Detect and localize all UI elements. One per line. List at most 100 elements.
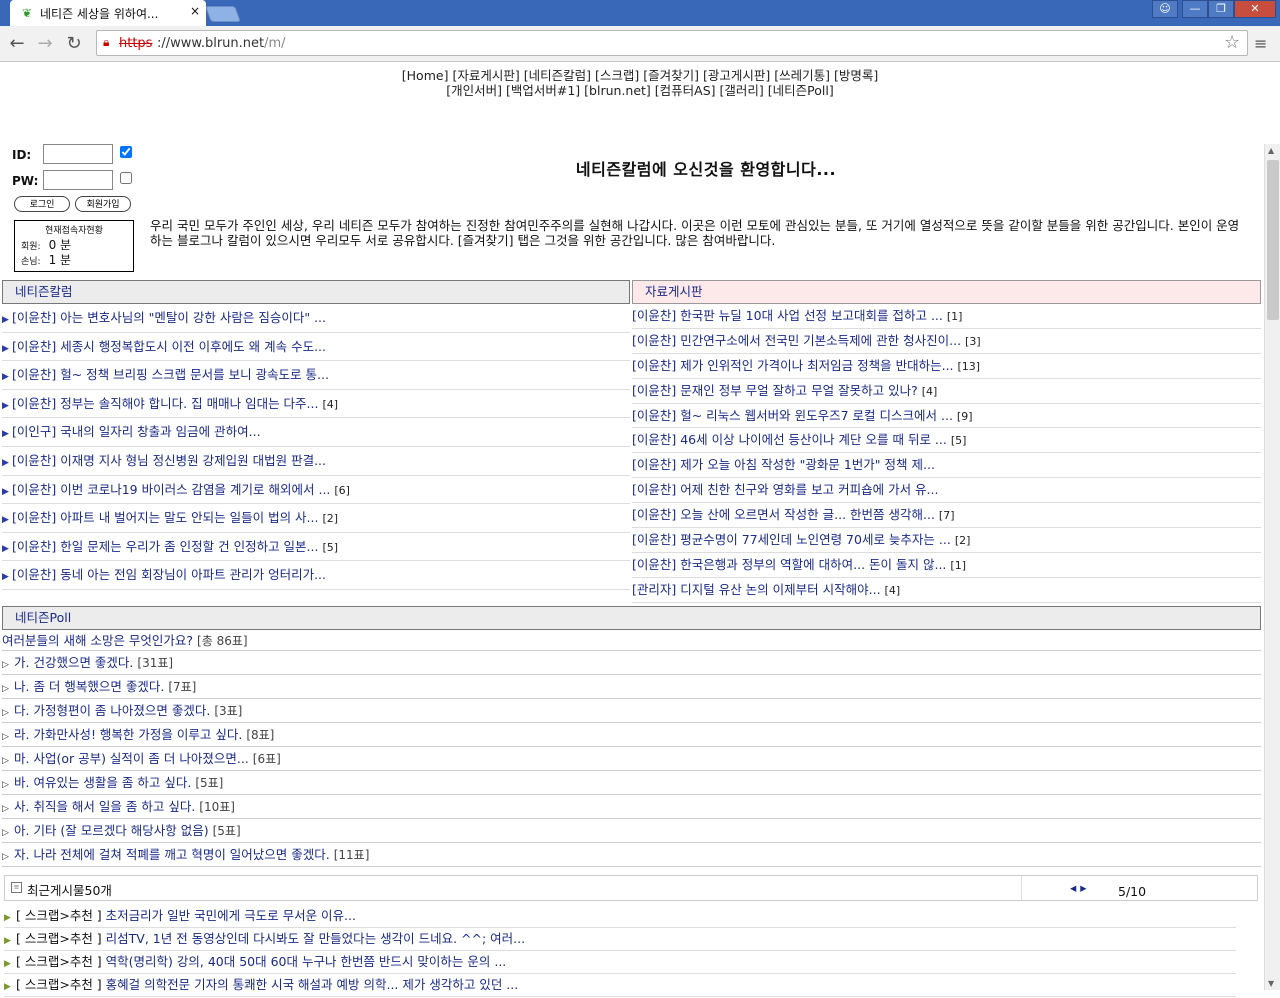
post-link[interactable]: [이윤찬] 한일 문제는 우리가 좀 인정할 건 인정하고 일본... [12, 539, 318, 554]
reload-icon[interactable]: ↻ [63, 33, 85, 55]
top-nav-link[interactable]: [네티즌칼럼] [524, 68, 591, 83]
bullet-arrow-icon: ▶ [4, 936, 11, 946]
recent-post-link[interactable]: 초저금리가 일반 국민에게 극도로 무서운 이유... [106, 908, 356, 923]
post-link[interactable]: [이윤찬] 헐~ 정책 브리핑 스크랩 문서를 보니 광속도로 통... [12, 367, 329, 382]
post-link[interactable]: [이윤찬] 세종시 행정복합도시 이전 이후에도 왜 계속 수도... [12, 339, 326, 354]
post-link[interactable]: [이윤찬] 어제 친한 친구와 영화를 보고 커피숍에 가서 유... [632, 482, 938, 497]
list-item: ▶ [이윤찬] 세종시 행정복합도시 이전 이후에도 왜 계속 수도... [2, 333, 630, 362]
close-window-button[interactable]: ✕ [1234, 0, 1276, 18]
post-link[interactable]: [이윤찬] 동네 아는 전임 회장님이 아파트 관리가 엉터리가... [12, 567, 326, 582]
poll-option[interactable]: ▷ 아. 기타 (잘 모르겠다 해당사항 없음) [5표] [2, 819, 1261, 843]
pw-row: PW: [12, 170, 142, 192]
poll-option[interactable]: ▷ 자. 나라 전체에 걸쳐 적폐를 깨고 혁명이 일어났으면 좋겠다. [11표… [2, 843, 1261, 867]
post-link[interactable]: [이윤찬] 이재명 지사 형님 정신병원 강제입원 대법원 판결... [12, 453, 326, 468]
top-nav-link[interactable]: [스크랩] [595, 68, 639, 83]
poll-option-text[interactable]: 바. 여유있는 생활을 좀 하고 싶다. [14, 775, 191, 790]
top-nav-link[interactable]: [방명록] [834, 68, 878, 83]
pw-input[interactable] [43, 170, 113, 190]
bullet-arrow-icon: ▶ [2, 457, 9, 468]
poll-option-text[interactable]: 가. 건강했으면 좋겠다. [14, 655, 133, 670]
poll-option[interactable]: ▷ 라. 가화만사성! 행복한 가정을 이루고 싶다. [8표] [2, 723, 1261, 747]
scroll-up-icon[interactable]: ▲ [1268, 146, 1274, 155]
menu-icon[interactable]: ≡ [1254, 34, 1267, 53]
user-profile-icon[interactable]: ☺ [1152, 0, 1178, 18]
post-link[interactable]: [관리자] 디지털 유산 논의 이제부터 시작해야... [632, 582, 881, 597]
poll-question[interactable]: 여러분들의 새해 소망은 무엇인가요? [총 86표] [2, 630, 1261, 651]
top-nav-link[interactable]: [blrun.net] [584, 83, 651, 98]
poll-option[interactable]: ▷ 다. 가정형편이 좀 나아졌으면 좋겠다. [3표] [2, 699, 1261, 723]
new-tab-button[interactable] [205, 6, 241, 22]
poll-option[interactable]: ▷ 가. 건강했으면 좋겠다. [31표] [2, 651, 1261, 675]
top-nav-link[interactable]: [광고게시판] [703, 68, 770, 83]
post-link[interactable]: [이윤찬] 평균수명이 77세인데 노인연령 70세로 늦추자는 ... [632, 532, 951, 547]
top-nav-link[interactable]: [컴퓨터AS] [655, 83, 716, 98]
page-scrollbar[interactable]: ▲ ▼ [1264, 144, 1280, 990]
post-link[interactable]: [이윤찬] 이번 코로나19 바이러스 감염을 계기로 해외에서 ... [12, 482, 330, 497]
login-button[interactable]: 로그인 [14, 196, 70, 212]
save-id-checkbox[interactable] [120, 146, 132, 158]
column-board-title[interactable]: 네티즌칼럼 [2, 280, 630, 304]
post-link[interactable]: [이윤찬] 46세 이상 나이에선 등산이나 계단 오를 때 뒤로 ... [632, 432, 947, 447]
address-bar[interactable]: 🔒︎ https ://www.blrun.net/m/ [96, 30, 1248, 56]
top-nav-link[interactable]: [백업서버#1] [506, 83, 580, 98]
post-link[interactable]: [이윤찬] 오늘 산에 오르면서 작성한 글... 한번쯤 생각해... [632, 507, 935, 522]
poll-option-text[interactable]: 다. 가정형편이 좀 나아졌으면 좋겠다. [14, 703, 210, 718]
post-link[interactable]: [이윤찬] 헐~ 리눅스 웹서버와 윈도우즈7 로컬 디스크에서 ... [632, 408, 953, 423]
top-nav-link[interactable]: [개인서버] [446, 83, 502, 98]
id-input[interactable] [43, 144, 113, 164]
browser-titlebar: ❦ 네티즌 세상을 위하여... × ☺ — ❐ ✕ [0, 0, 1280, 26]
top-nav-link[interactable]: [갤러리] [720, 83, 764, 98]
poll-option-text[interactable]: 나. 좀 더 행복했으면 좋겠다. [14, 679, 164, 694]
pager-prev-icon[interactable]: ◂ [1070, 880, 1076, 895]
poll-options: ▷ 가. 건강했으면 좋겠다. [31표] ▷ 나. 좀 더 행복했으면 좋겠다. [… [2, 651, 1261, 867]
top-nav-link[interactable]: [즐겨찾기] [643, 68, 699, 83]
forward-arrow-icon[interactable]: → [34, 33, 56, 55]
poll-option-text[interactable]: 마. 사업(or 공부) 실적이 좀 더 나아졌으면... [14, 751, 249, 766]
post-link[interactable]: [이윤찬] 제가 인위적인 가격이나 최저임금 정책을 반대하는... [632, 358, 954, 373]
bullet-arrow-icon: ▶ [2, 543, 9, 554]
browser-tab-active[interactable]: ❦ 네티즌 세상을 위하여... × [10, 0, 206, 26]
data-board-title[interactable]: 자료게시판 [632, 280, 1261, 304]
poll-option[interactable]: ▷ 나. 좀 더 행복했으면 좋겠다. [7표] [2, 675, 1261, 699]
poll-option-text[interactable]: 자. 나라 전체에 걸쳐 적폐를 깨고 혁명이 일어났으면 좋겠다. [14, 847, 330, 862]
post-link[interactable]: [이윤찬] 정부는 솔직해야 합니다. 집 매매나 임대는 다주... [12, 396, 318, 411]
poll-option[interactable]: ▷ 마. 사업(or 공부) 실적이 좀 더 나아졌으면... [6표] [2, 747, 1261, 771]
member-count-row: 회원: 0 분 [21, 239, 127, 254]
insecure-lock-icon[interactable]: 🔒︎ [103, 35, 109, 50]
join-button[interactable]: 회원가입 [75, 196, 131, 212]
post-link[interactable]: [이윤찬] 민간연구소에서 전국민 기본소득제에 관한 청사진이... [632, 333, 961, 348]
post-link[interactable]: [이윤찬] 한국판 뉴딜 10대 사업 선정 보고대회를 접하고 ... [632, 308, 943, 323]
minimize-button[interactable]: — [1182, 0, 1208, 18]
recent-post-link[interactable]: 리섬TV, 1년 전 동영상인데 다시봐도 잘 만들었다는 생각이 드네요. ^… [106, 931, 525, 946]
poll-option-votes: [3표] [214, 704, 243, 718]
auto-login-checkbox[interactable] [120, 172, 132, 184]
pager-next-icon[interactable]: ▸ [1080, 880, 1086, 895]
maximize-button[interactable]: ❐ [1208, 0, 1234, 18]
tab-close-icon[interactable]: × [190, 4, 200, 18]
recent-post-link[interactable]: 역학(명리학) 강의, 40대 50대 60대 누구나 한번쯤 반드시 맞이하는… [106, 954, 507, 969]
back-arrow-icon[interactable]: ← [6, 33, 28, 55]
poll-title[interactable]: 네티즌Poll [2, 606, 1261, 630]
bookmark-star-icon[interactable]: ☆ [1224, 32, 1240, 53]
poll-option[interactable]: ▷ 사. 취직을 해서 일을 좀 하고 싶다. [10표] [2, 795, 1261, 819]
post-link[interactable]: [이윤찬] 아는 변호사님의 "멘탈이 강한 사람은 짐승이다" ... [12, 310, 326, 325]
scroll-thumb[interactable] [1267, 160, 1279, 320]
post-link[interactable]: [이윤찬] 아파트 내 벌어지는 말도 안되는 일들이 법의 사... [12, 510, 318, 525]
list-item: ▶ [이윤찬] 이재명 지사 형님 정신병원 강제입원 대법원 판결... [2, 447, 630, 476]
top-nav-link[interactable]: [네티즌Poll] [768, 83, 834, 98]
poll-option-text[interactable]: 라. 가화만사성! 행복한 가정을 이루고 싶다. [14, 727, 242, 742]
poll-option[interactable]: ▷ 바. 여유있는 생활을 좀 하고 싶다. [5표] [2, 771, 1261, 795]
scroll-down-icon[interactable]: ▼ [1268, 979, 1274, 988]
recent-post-link[interactable]: 홍혜걸 의학전문 기자의 통쾌한 시국 해설과 예방 의학... 제가 생각하고… [106, 977, 519, 992]
poll-option-text[interactable]: 아. 기타 (잘 모르겠다 해당사항 없음) [14, 823, 209, 838]
poll-question-text[interactable]: 여러분들의 새해 소망은 무엇인가요? [2, 633, 193, 648]
top-nav-link[interactable]: [Home] [402, 68, 449, 83]
poll-option-text[interactable]: 사. 취직을 해서 일을 좀 하고 싶다. [14, 799, 195, 814]
post-link[interactable]: [이윤찬] 제가 오늘 아침 작성한 "광화문 1번가" 정책 제... [632, 457, 935, 472]
post-link[interactable]: [이인구] 국내의 일자리 창출과 임금에 관하여... [12, 424, 261, 439]
post-link[interactable]: [이윤찬] 문재인 정부 무얼 잘하고 무얼 잘못하고 있나? [632, 383, 918, 398]
top-nav-link[interactable]: [쓰레기통] [774, 68, 830, 83]
post-link[interactable]: [이윤찬] 한국은행과 정부의 역할에 대하여... 돈이 돌지 않... [632, 557, 946, 572]
top-nav-link[interactable]: [자료게시판] [452, 68, 519, 83]
comment-count: [2] [322, 512, 339, 526]
